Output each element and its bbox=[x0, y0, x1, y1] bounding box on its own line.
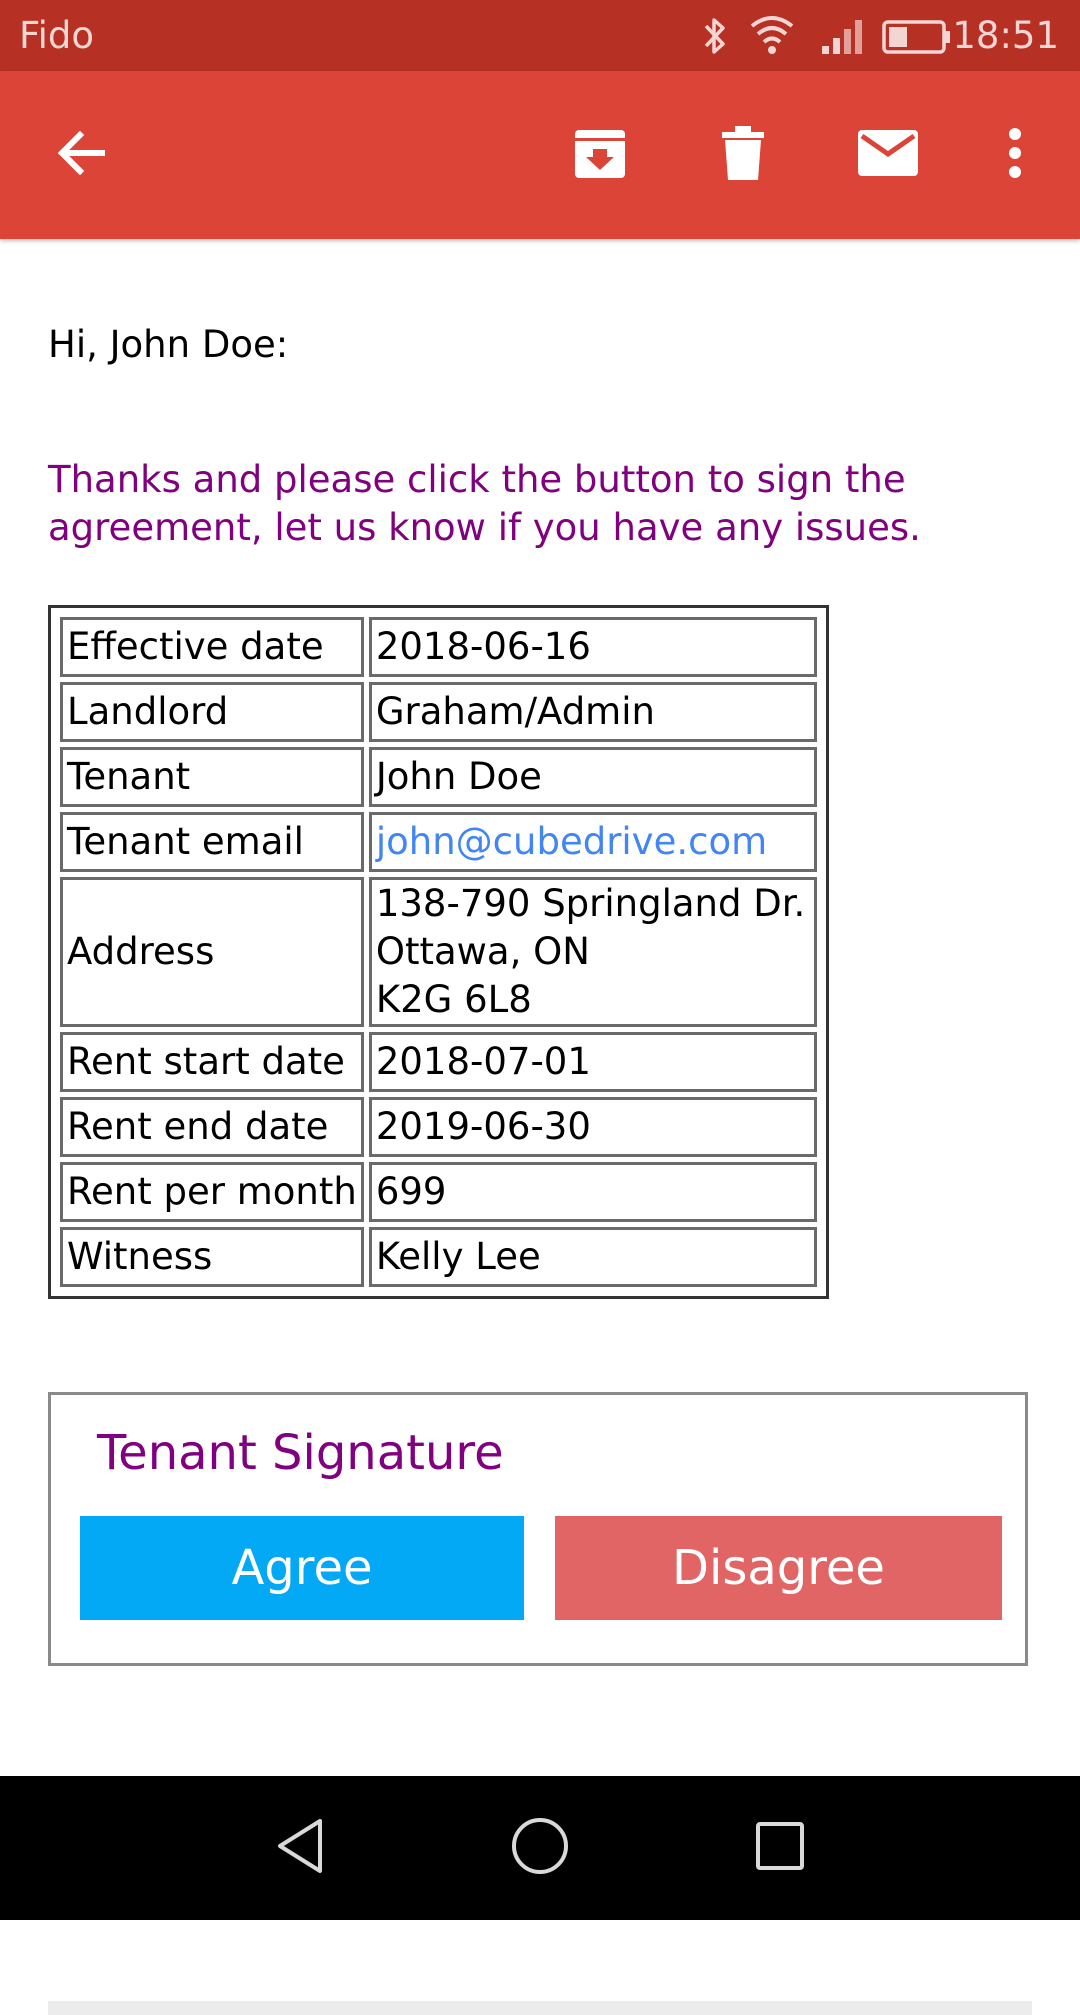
app-toolbar bbox=[0, 71, 1080, 239]
carrier-name: Fido bbox=[19, 14, 94, 57]
signal-icon bbox=[820, 16, 866, 60]
row-label: Rent end date bbox=[60, 1097, 364, 1157]
battery-icon bbox=[882, 19, 952, 59]
table-row: Rent end date 2019-06-30 bbox=[60, 1097, 817, 1157]
row-label: Effective date bbox=[60, 617, 364, 677]
delete-icon bbox=[718, 124, 768, 186]
table-row: Address 138-790 Springland Dr. Ottawa, O… bbox=[60, 877, 817, 1027]
signature-panel: Tenant Signature Agree Disagree bbox=[48, 1392, 1028, 1666]
agreement-details-table: Effective date 2018-06-16 Landlord Graha… bbox=[48, 605, 829, 1299]
agree-button[interactable]: Agree bbox=[80, 1516, 524, 1620]
nav-back-button[interactable] bbox=[240, 1776, 360, 1920]
navigation-bar bbox=[0, 1776, 1080, 1920]
message-text: Thanks and please click the button to si… bbox=[48, 456, 948, 552]
row-value: Kelly Lee bbox=[368, 1227, 817, 1287]
table-row: Rent per month 699 bbox=[60, 1162, 817, 1222]
table-row: Effective date 2018-06-16 bbox=[60, 617, 817, 677]
recents-square-icon bbox=[754, 1820, 806, 1876]
greeting: Hi, John Doe: bbox=[48, 323, 289, 366]
row-value: 699 bbox=[368, 1162, 817, 1222]
disagree-button[interactable]: Disagree bbox=[555, 1516, 1002, 1620]
message-line: agreement, let us know if you have any i… bbox=[48, 506, 921, 549]
more-options-button[interactable] bbox=[960, 71, 1070, 239]
table-row: Rent start date 2018-07-01 bbox=[60, 1032, 817, 1092]
message-line: Thanks and please click the button to si… bbox=[48, 458, 906, 501]
table-row: Landlord Graham/Admin bbox=[60, 682, 817, 742]
row-value: 2018-06-16 bbox=[368, 617, 817, 677]
clock: 18:51 bbox=[952, 14, 1059, 57]
delete-button[interactable] bbox=[688, 71, 798, 239]
home-circle-icon bbox=[510, 1816, 570, 1880]
back-triangle-icon bbox=[274, 1817, 326, 1879]
more-options-icon bbox=[1007, 127, 1023, 183]
row-label: Address bbox=[60, 877, 364, 1027]
address-line: K2G 6L8 bbox=[375, 978, 532, 1021]
wifi-icon bbox=[748, 14, 796, 60]
row-label: Landlord bbox=[60, 682, 364, 742]
row-label: Rent per month bbox=[60, 1162, 364, 1222]
row-label: Tenant bbox=[60, 747, 364, 807]
address-line: 138-790 Springland Dr. bbox=[375, 882, 806, 925]
nav-recents-button[interactable] bbox=[720, 1776, 840, 1920]
back-button[interactable] bbox=[27, 71, 137, 239]
table-row: Tenant John Doe bbox=[60, 747, 817, 807]
mark-unread-button[interactable] bbox=[833, 71, 943, 239]
row-value: 2019-06-30 bbox=[368, 1097, 817, 1157]
address-line: Ottawa, ON bbox=[375, 930, 590, 973]
content-divider bbox=[48, 2001, 1032, 2015]
signature-title: Tenant Signature bbox=[97, 1425, 504, 1481]
row-label: Rent start date bbox=[60, 1032, 364, 1092]
row-label: Witness bbox=[60, 1227, 364, 1287]
archive-button[interactable] bbox=[545, 71, 655, 239]
back-arrow-icon bbox=[54, 125, 110, 185]
tenant-email-link[interactable]: john@cubedrive.com bbox=[376, 820, 767, 863]
archive-icon bbox=[571, 124, 629, 186]
mail-icon bbox=[856, 128, 920, 182]
row-label: Tenant email bbox=[60, 812, 364, 872]
row-value: John Doe bbox=[368, 747, 817, 807]
nav-home-button[interactable] bbox=[480, 1776, 600, 1920]
row-value: Graham/Admin bbox=[368, 682, 817, 742]
table-row: Witness Kelly Lee bbox=[60, 1227, 817, 1287]
row-value: 138-790 Springland Dr. Ottawa, ON K2G 6L… bbox=[368, 877, 817, 1027]
status-bar: Fido 18:51 bbox=[0, 0, 1080, 71]
row-value: john@cubedrive.com bbox=[368, 812, 817, 872]
row-value: 2018-07-01 bbox=[368, 1032, 817, 1092]
bluetooth-icon bbox=[700, 16, 730, 60]
table-row: Tenant email john@cubedrive.com bbox=[60, 812, 817, 872]
